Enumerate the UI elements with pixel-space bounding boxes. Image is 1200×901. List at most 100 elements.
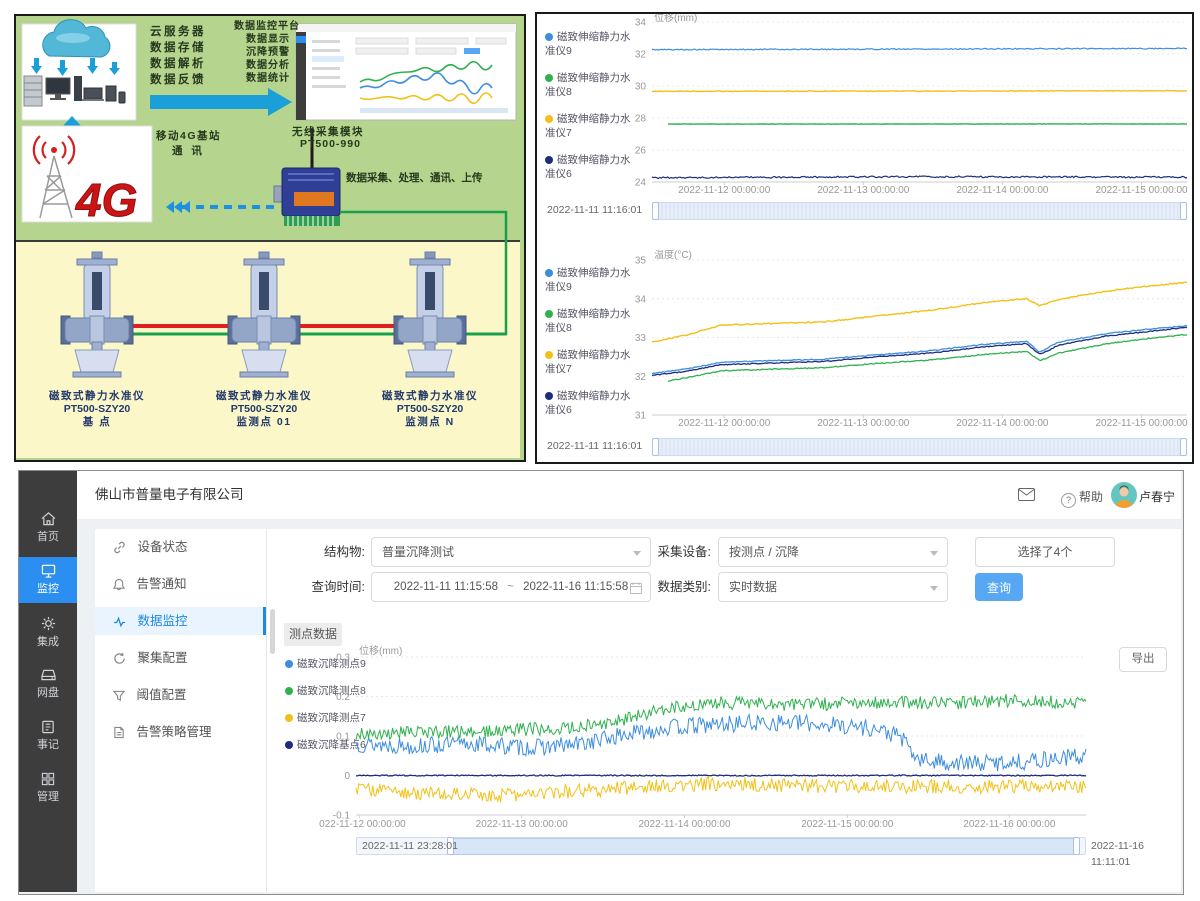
sidebar-item-monitor[interactable]: 监控 <box>19 557 77 603</box>
cloud-server-illustration <box>22 20 136 120</box>
settlement-chart: -0.100.10.20.32022-11-12 00:00:002022-11… <box>319 645 1094 837</box>
slider-selected-range[interactable] <box>450 838 1078 855</box>
slider-handle[interactable] <box>652 438 659 456</box>
query-button[interactable]: 查询 <box>975 573 1023 601</box>
device-label: 磁致式静力水准仪PT500-SZY20监测点 01 <box>189 390 339 429</box>
monitoring-dashboard: 佛山市普量电子有限公司 ?帮助 卢春宁 首页 监控 集成 <box>18 470 1184 895</box>
4g-station-illustration: 4G <box>22 126 152 226</box>
legend-item[interactable]: 磁致伸缩静力水准仪6 <box>545 389 635 417</box>
4g-logo-text: 4G <box>75 174 137 226</box>
svg-text:32: 32 <box>635 372 647 383</box>
scrollbar-thumb[interactable] <box>270 609 275 654</box>
platform-text-line: 数据监控平台 <box>234 20 300 33</box>
svg-text:30: 30 <box>635 82 647 93</box>
menu-item-alarm-strategy[interactable]: 告警策略管理 <box>95 718 266 746</box>
document-icon <box>113 726 125 739</box>
slider-timestamp: 2022-11-11 11:16:01 <box>547 202 642 218</box>
svg-text:26: 26 <box>635 146 647 157</box>
bell-icon <box>113 578 125 591</box>
selected-count-box[interactable]: 选择了4个 <box>975 537 1115 567</box>
legend-item[interactable]: 磁致伸缩静力水准仪9 <box>545 30 635 58</box>
svg-text:33: 33 <box>635 333 647 344</box>
svg-text:2022-11-15 00:00:00: 2022-11-15 00:00:00 <box>1095 418 1188 429</box>
legend-dot <box>545 156 553 164</box>
legend-item[interactable]: 磁致伸缩静力水准仪8 <box>545 307 635 335</box>
help-button[interactable]: ?帮助 <box>1061 488 1103 508</box>
chart-legend: 磁致伸缩静力水准仪9 磁致伸缩静力水准仪8 磁致伸缩静力水准仪7 磁致伸缩静力水准仪6 <box>545 266 635 430</box>
user-name[interactable]: 卢春宁 <box>1139 488 1175 505</box>
svg-text:2022-11-12 00:00:00: 2022-11-12 00:00:00 <box>678 185 771 196</box>
export-button[interactable]: 导出 <box>1119 647 1167 672</box>
legend-item[interactable]: 磁致伸缩静力水准仪6 <box>545 153 635 181</box>
sidebar-item-journal[interactable]: 事记 <box>19 713 77 759</box>
legend-dot <box>545 351 553 359</box>
chart-range-slider[interactable]: 2022-11-11 23:28:01 <box>356 837 1086 855</box>
sidebar-item-netdisk[interactable]: 网盘 <box>19 661 77 707</box>
structure-select[interactable]: 普量沉降测试 <box>371 537 651 567</box>
grid-icon <box>41 772 55 786</box>
displacement-chart: 2426283032342022-11-12 00:00:002022-11-1… <box>633 14 1191 196</box>
menu-item-threshold-config[interactable]: 阈值配置 <box>95 681 266 709</box>
device-label: 采集设备: <box>625 537 711 567</box>
avatar[interactable] <box>1111 482 1137 508</box>
svg-text:24: 24 <box>635 178 647 189</box>
menu-item-aggregation-config[interactable]: 聚集配置 <box>95 644 266 672</box>
legend-item[interactable]: 磁致伸缩静力水准仪9 <box>545 266 635 294</box>
notebook-icon <box>41 720 55 734</box>
sidebar-item-home[interactable]: 首页 <box>19 505 77 551</box>
category-select[interactable]: 实时数据 <box>718 572 948 602</box>
sidebar-item-integration[interactable]: 集成 <box>19 609 77 655</box>
legend-dot <box>285 714 293 722</box>
arrow-to-platform <box>150 88 292 116</box>
temperature-chart: 31323334352022-11-12 00:00:002022-11-13 … <box>633 250 1191 436</box>
cloud-text-line: 数据反馈 <box>150 72 206 88</box>
sidebar-item-management[interactable]: 管理 <box>19 765 77 811</box>
legend-dot <box>545 33 553 41</box>
mini-dashboard-thumbnail <box>296 24 516 120</box>
svg-text:2022-11-15 00:00:00: 2022-11-15 00:00:00 <box>801 819 894 830</box>
slider-handle[interactable] <box>1180 202 1187 220</box>
menu-item-alarm-notice[interactable]: 告警通知 <box>95 570 266 598</box>
svg-text:2022-11-13 00:00:00: 2022-11-13 00:00:00 <box>817 185 910 196</box>
svg-text:2022-11-12 00:00:00: 2022-11-12 00:00:00 <box>319 819 406 830</box>
device-select[interactable]: 按测点 / 沉降 <box>718 537 948 567</box>
legend-item[interactable]: 磁致伸缩静力水准仪7 <box>545 112 635 140</box>
module-label: 无线采集模块 <box>292 124 364 139</box>
module-label: PT500-990 <box>300 138 361 150</box>
home-icon <box>41 512 56 526</box>
dashboard-header: 佛山市普量电子有限公司 ?帮助 卢春宁 <box>77 471 1181 520</box>
svg-text:28: 28 <box>635 114 647 125</box>
module-description: 数据采集、处理、通讯、上传 <box>346 170 483 185</box>
slider-handle[interactable] <box>1180 438 1187 456</box>
level-instruments <box>61 252 466 377</box>
svg-text:2022-11-14 00:00:00: 2022-11-14 00:00:00 <box>956 418 1049 429</box>
date-range-input[interactable]: 2022-11-11 11:15:58 ~ 2022-11-16 11:15:5… <box>371 572 651 602</box>
content-card: 设备状态 告警通知 数据监控 聚集配置 阈值配置 告警策略管理 结构物: 普量沉… <box>95 529 1181 892</box>
svg-text:32: 32 <box>635 50 647 61</box>
structure-label: 结构物: <box>275 537 365 567</box>
platform-text-line: 沉降预警 <box>246 46 290 59</box>
legend-item[interactable]: 磁致伸缩静力水准仪7 <box>545 348 635 376</box>
slider-handle[interactable] <box>652 202 659 220</box>
menu-item-data-monitoring[interactable]: 数据监控 <box>95 607 266 635</box>
svg-text:2022-11-13 00:00:00: 2022-11-13 00:00:00 <box>817 418 910 429</box>
svg-text:31: 31 <box>635 411 647 422</box>
chart-range-slider[interactable] <box>652 438 1187 456</box>
legend-dot <box>545 392 553 400</box>
chart-range-slider[interactable] <box>652 202 1187 220</box>
legend-item[interactable]: 磁致伸缩静力水准仪8 <box>545 71 635 99</box>
filter-icon <box>113 690 125 702</box>
link-icon <box>113 541 126 554</box>
refresh-icon <box>113 652 126 665</box>
wireless-link-arrow <box>166 201 278 213</box>
mail-icon[interactable] <box>1018 488 1035 501</box>
svg-text:2022-11-16 00:00:00: 2022-11-16 00:00:00 <box>963 819 1056 830</box>
cloud-text-line: 数据解析 <box>150 56 206 72</box>
tab-measure-point-data[interactable]: 测点数据 <box>284 623 342 646</box>
station-label: 移动4G基站 <box>156 128 221 143</box>
menu-item-device-status[interactable]: 设备状态 <box>95 533 266 561</box>
slider-timestamp: 2022-11-11 11:16:01 <box>547 438 642 454</box>
slider-handle[interactable] <box>1073 837 1080 855</box>
svg-text:0.2: 0.2 <box>336 692 350 703</box>
question-icon: ? <box>1061 493 1076 508</box>
